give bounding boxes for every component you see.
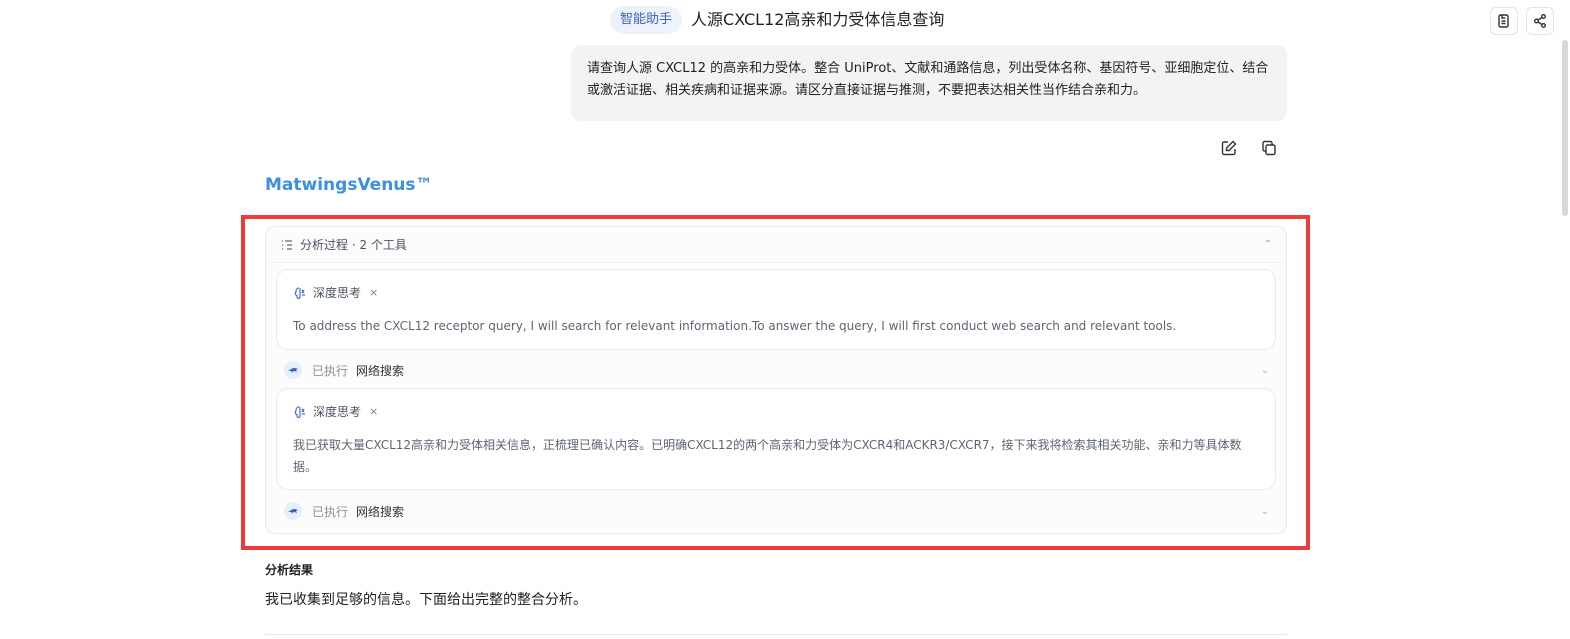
conversation-title: 人源CXCL12高亲和力受体信息查询 — [691, 10, 945, 29]
think-step-label: 深度思考 — [313, 405, 362, 419]
scrollbar[interactable] — [1562, 40, 1568, 216]
share-button[interactable] — [1526, 7, 1554, 35]
tool-avatar — [284, 502, 302, 520]
document-button[interactable] — [1490, 7, 1518, 35]
document-icon — [1498, 14, 1509, 28]
message-actions — [1220, 139, 1278, 157]
think-step-1: 深度思考 ⨯ To address the CXCL12 receptor qu… — [276, 269, 1276, 350]
result-text: 我已收集到足够的信息。下面给出完整的整合分析。 — [265, 592, 587, 608]
edit-button[interactable] — [1220, 139, 1238, 157]
think-step-label: 深度思考 — [313, 286, 362, 300]
tool-step-1[interactable]: 已执行 网络搜索 ⌄ — [284, 358, 1269, 382]
think-step-2: 深度思考 ⨯ 我已获取大量CXCL12高亲和力受体相关信息，正梳理已确认内容。已… — [276, 388, 1276, 490]
collapse-icon[interactable]: ⨯ — [369, 405, 378, 418]
chevron-up-icon[interactable]: ⌃ — [1264, 239, 1272, 250]
think-step-text: 我已获取大量CXCL12高亲和力受体相关信息，正梳理已确认内容。已明确CXCL1… — [293, 438, 1242, 474]
chevron-down-icon[interactable]: ⌄ — [1261, 506, 1269, 517]
chevron-down-icon[interactable]: ⌄ — [1261, 365, 1269, 376]
think-step-header[interactable]: 深度思考 ⨯ — [277, 389, 1275, 420]
copy-button[interactable] — [1260, 139, 1278, 157]
copy-icon — [1262, 140, 1276, 156]
user-message: 请查询人源 CXCL12 的高亲和力受体。整合 UniProt、文献和通路信息，… — [571, 45, 1287, 121]
tool-name: 网络搜索 — [356, 363, 405, 378]
edit-icon — [1221, 140, 1237, 156]
think-step-header[interactable]: 深度思考 ⨯ — [277, 270, 1275, 301]
analysis-panel-header[interactable]: 分析过程 · 2 个工具 ⌃ — [266, 227, 1286, 263]
bird-icon — [288, 509, 298, 514]
analysis-panel-label: 分析过程 · 2 个工具 — [300, 238, 407, 252]
tool-step-2[interactable]: 已执行 网络搜索 ⌄ — [284, 499, 1269, 523]
collapse-icon[interactable]: ⨯ — [369, 286, 378, 299]
tool-state: 已执行 — [312, 363, 349, 378]
bird-icon — [288, 368, 298, 373]
divider — [265, 634, 1287, 635]
assistant-badge: 智能助手 — [610, 6, 683, 34]
list-icon — [282, 239, 292, 250]
tool-name: 网络搜索 — [356, 504, 405, 519]
think-step-text: To address the CXCL12 receptor query, I … — [293, 319, 1177, 333]
tool-avatar — [284, 361, 302, 379]
analysis-panel: 分析过程 · 2 个工具 ⌃ 深度思考 ⨯ To address the CXC… — [265, 226, 1287, 534]
header-title-group: 智能助手 人源CXCL12高亲和力受体信息查询 — [610, 6, 944, 34]
assistant-brand: MatwingsVenus™ — [265, 175, 433, 195]
brain-icon — [294, 405, 305, 418]
top-header: 智能助手 人源CXCL12高亲和力受体信息查询 — [0, 6, 1570, 36]
tool-state: 已执行 — [312, 504, 349, 519]
result-title: 分析结果 — [265, 563, 314, 577]
brain-icon — [294, 286, 305, 299]
chat-page: 智能助手 人源CXCL12高亲和力受体信息查询 请查询人源 CXCL12 的高亲… — [0, 0, 1570, 639]
share-icon — [1534, 14, 1546, 28]
